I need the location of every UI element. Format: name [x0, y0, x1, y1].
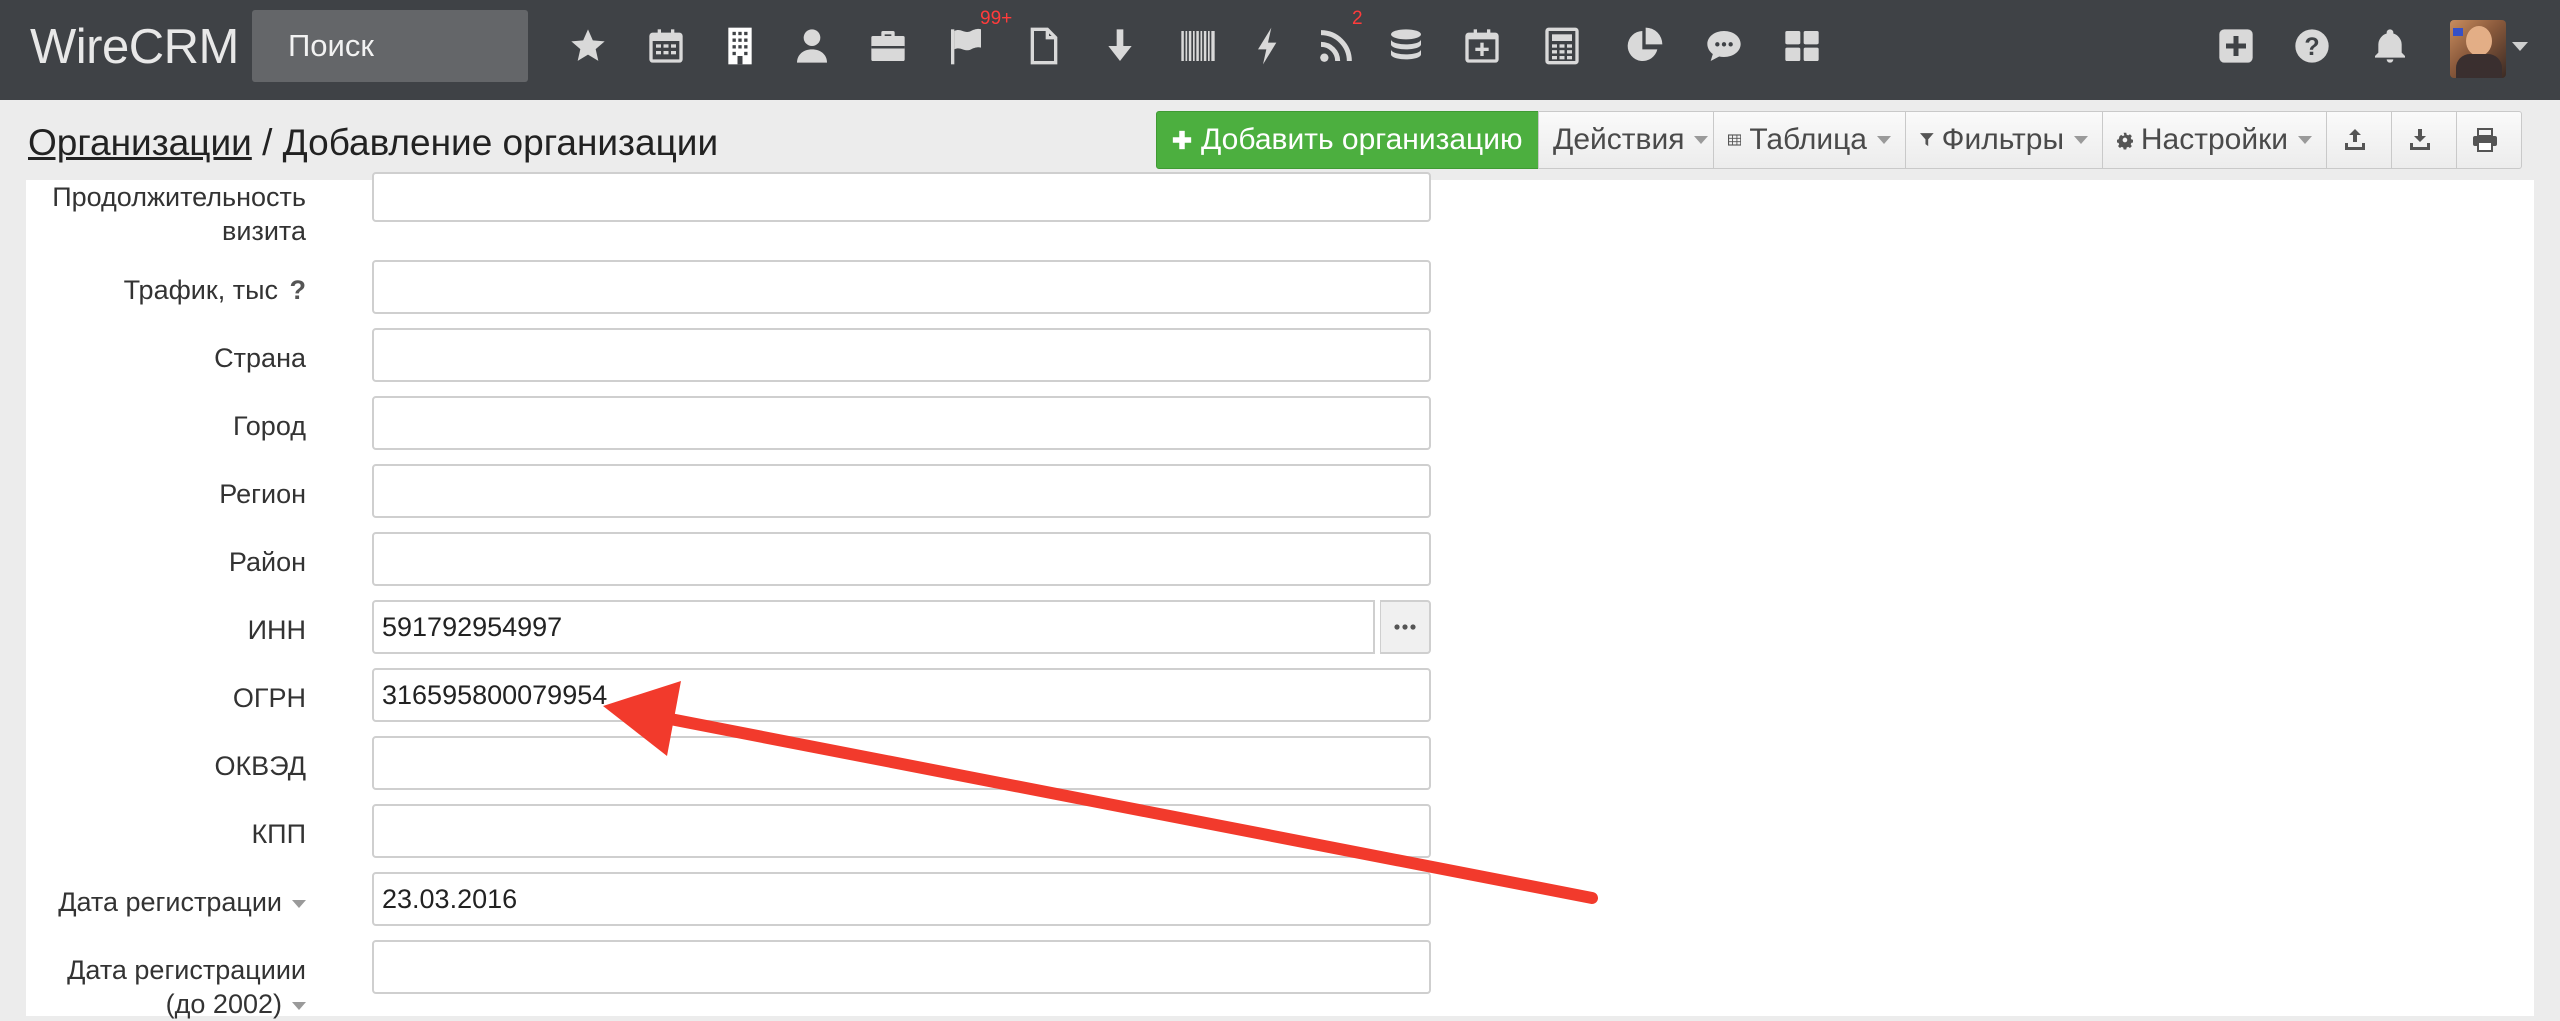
- reg-date-field[interactable]: 23.03.2016: [372, 872, 1431, 926]
- ogrn-field[interactable]: 316595800079954: [372, 668, 1431, 722]
- gear-icon: [2117, 132, 2133, 150]
- reg-date-label: Дата регистрации: [26, 885, 306, 919]
- reg-date-before-2002-label: Дата регистрациии (до 2002): [67, 955, 306, 1019]
- chevron-down-icon: [2074, 136, 2088, 144]
- calendar-icon[interactable]: [644, 20, 688, 72]
- chevron-down-icon: [2298, 136, 2312, 144]
- country-field[interactable]: [372, 328, 1431, 382]
- chat-icon[interactable]: [1702, 20, 1746, 72]
- okved-label: ОКВЭД: [214, 751, 306, 781]
- add-organization-button[interactable]: Добавить организацию: [1156, 111, 1539, 169]
- traffic-help-icon[interactable]: ?: [290, 275, 307, 305]
- download-icon: [2410, 129, 2430, 150]
- table-label: Таблица: [1749, 123, 1867, 156]
- upload-icon: [2345, 129, 2365, 150]
- actions-label: Действия: [1553, 123, 1685, 156]
- star-icon[interactable]: [566, 20, 610, 72]
- kpp-label: КПП: [251, 819, 306, 849]
- chevron-down-icon[interactable]: [292, 899, 306, 908]
- calendar-plus-icon[interactable]: [1460, 20, 1504, 72]
- help-icon[interactable]: ?: [2290, 20, 2334, 72]
- barcode-icon[interactable]: [1176, 20, 1220, 72]
- region-label: Регион: [219, 479, 306, 509]
- calculator-icon[interactable]: [1540, 20, 1584, 72]
- breadcrumb-organizations-link[interactable]: Организации: [28, 122, 252, 163]
- download-arrow-icon[interactable]: [1098, 20, 1142, 72]
- breadcrumb: Организации / Добавление организации: [28, 118, 718, 168]
- inn-label: ИНН: [247, 615, 306, 645]
- print-button[interactable]: [2456, 111, 2522, 169]
- plus-icon: [1172, 130, 1192, 150]
- settings-dropdown[interactable]: Настройки: [2102, 111, 2327, 169]
- chevron-down-icon[interactable]: [292, 1001, 306, 1010]
- database-icon[interactable]: [1384, 20, 1428, 72]
- flag-badge: 99+: [980, 8, 1013, 29]
- organization-form: Продолжительность визита Трафик, тыс ? С…: [26, 172, 2534, 1019]
- filter-icon: [1920, 133, 1934, 147]
- kpp-field[interactable]: [372, 804, 1431, 858]
- printer-icon: [2473, 128, 2497, 152]
- visit-duration-label: Продолжительность визита: [52, 182, 306, 246]
- bell-icon[interactable]: [2368, 20, 2412, 72]
- chevron-down-icon: [1694, 136, 1709, 144]
- export-button[interactable]: [2326, 111, 2392, 169]
- okved-field[interactable]: [372, 736, 1431, 790]
- city-field[interactable]: [372, 396, 1431, 450]
- ogrn-label: ОГРН: [232, 683, 306, 713]
- chevron-down-icon: [1877, 136, 1891, 144]
- breadcrumb-separator: /: [251, 122, 283, 163]
- region-field[interactable]: [372, 464, 1431, 518]
- avatar-caret-icon[interactable]: [2512, 42, 2528, 51]
- building-icon[interactable]: [718, 20, 762, 72]
- settings-label: Настройки: [2140, 123, 2288, 156]
- traffic-label: Трафик, тыс ?: [123, 275, 307, 305]
- search-input[interactable]: [252, 10, 528, 82]
- district-label: Район: [228, 547, 306, 577]
- top-navbar: WireCRM 99+ 2: [0, 0, 2560, 100]
- filters-label: Фильтры: [1941, 123, 2064, 156]
- table-icon: [1728, 134, 1742, 146]
- visit-duration-field[interactable]: [372, 172, 1431, 222]
- plus-square-icon[interactable]: [2214, 20, 2258, 72]
- filters-dropdown[interactable]: Фильтры: [1905, 111, 2103, 169]
- user-avatar[interactable]: [2450, 20, 2506, 78]
- more-dots-icon: [1394, 624, 1416, 630]
- pie-chart-icon[interactable]: [1622, 20, 1666, 72]
- app-logo[interactable]: WireCRM: [30, 16, 239, 78]
- rss-badge: 2: [1352, 8, 1363, 29]
- reg-date-before-2002-field[interactable]: [372, 940, 1431, 994]
- toolbar: Добавить организацию Действия Таблица Фи…: [1156, 111, 2522, 171]
- user-icon[interactable]: [790, 20, 834, 72]
- add-organization-label: Добавить организацию: [1201, 123, 1523, 156]
- page-title: Добавление организации: [282, 122, 719, 163]
- actions-dropdown[interactable]: Действия: [1538, 111, 1714, 169]
- district-field[interactable]: [372, 532, 1431, 586]
- inn-field[interactable]: 591792954997: [372, 600, 1375, 654]
- country-label: Страна: [214, 343, 306, 373]
- svg-text:?: ?: [2304, 33, 2319, 61]
- city-label: Город: [232, 411, 306, 441]
- traffic-field[interactable]: [372, 260, 1431, 314]
- import-button[interactable]: [2391, 111, 2457, 169]
- inn-lookup-button[interactable]: [1380, 600, 1431, 654]
- briefcase-icon[interactable]: [866, 20, 910, 72]
- lightning-icon[interactable]: [1246, 20, 1290, 72]
- document-icon[interactable]: [1022, 20, 1066, 72]
- table-dropdown[interactable]: Таблица: [1713, 111, 1906, 169]
- grid-icon[interactable]: [1780, 20, 1824, 72]
